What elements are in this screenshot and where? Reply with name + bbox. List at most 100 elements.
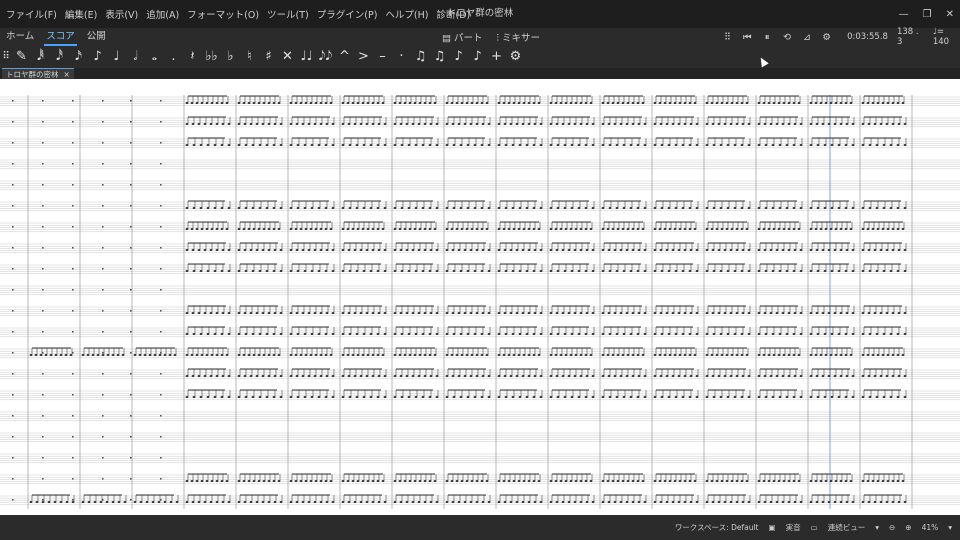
view-mode-label[interactable]: 連続ビュー xyxy=(828,522,866,533)
notehead xyxy=(225,102,229,104)
rest xyxy=(12,142,14,144)
metronome-icon[interactable]: ⊿ xyxy=(801,32,812,43)
notehead xyxy=(272,207,276,209)
notehead xyxy=(497,480,501,482)
note-input-icon[interactable]: ⚙ xyxy=(506,46,525,68)
concert-pitch-icon[interactable]: ▣ xyxy=(769,523,776,532)
note-input-icon[interactable]: ♪ xyxy=(88,46,107,68)
notehead xyxy=(463,312,467,314)
menu-item[interactable]: ツール(T) xyxy=(263,7,313,21)
zoom-in-icon[interactable]: ⊕ xyxy=(905,523,911,532)
concert-pitch-label[interactable]: 実音 xyxy=(786,522,801,533)
notehead xyxy=(512,480,516,482)
tab-score[interactable]: スコア xyxy=(40,28,81,46)
note-input-icon[interactable]: 𝅗𝅥 xyxy=(126,46,145,68)
mixer-button[interactable]: ⫶ ミキサー xyxy=(497,30,540,44)
note-input-icon[interactable]: 𝅘𝅥𝅮𝅘𝅥𝅮 xyxy=(316,46,335,68)
close-icon[interactable]: ✕ xyxy=(946,9,954,20)
notehead xyxy=(481,375,485,377)
notehead xyxy=(279,312,283,314)
playback-settings-icon[interactable]: ⚙ xyxy=(821,32,832,43)
notehead xyxy=(799,249,803,251)
notehead xyxy=(891,312,895,314)
score-tab-close-icon[interactable]: × xyxy=(64,70,70,79)
note-input-icon[interactable]: 𝅘𝅥𝅱 xyxy=(31,46,50,68)
notehead xyxy=(267,249,271,251)
note-input-icon[interactable]: 𝄽 xyxy=(183,46,202,68)
notehead xyxy=(688,396,692,398)
drag-handle-icon[interactable]: ⠿ xyxy=(722,32,733,43)
note-input-icon[interactable]: ♯ xyxy=(259,46,278,68)
workspace-label[interactable]: ワークスペース: Default xyxy=(675,522,759,533)
note-input-icon[interactable]: 𝅘𝅥𝅯 xyxy=(69,46,88,68)
note-input-icon[interactable]: ♪ xyxy=(468,46,487,68)
tab-home[interactable]: ホーム xyxy=(0,28,40,46)
chevron-down-icon[interactable]: ▾ xyxy=(948,523,952,532)
loop-icon[interactable]: ⟲ xyxy=(782,32,793,43)
notehead xyxy=(307,375,311,377)
note-input-icon[interactable]: + xyxy=(487,46,506,68)
notehead xyxy=(677,375,681,377)
zoom-out-icon[interactable]: ⊖ xyxy=(889,523,895,532)
minimize-icon[interactable]: — xyxy=(899,9,909,20)
notehead xyxy=(876,228,880,230)
note-input-icon[interactable]: · xyxy=(392,46,411,68)
notehead xyxy=(861,249,865,251)
score-notation[interactable] xyxy=(0,79,960,515)
notehead xyxy=(775,501,779,503)
play-icon[interactable]: ⏸ xyxy=(762,32,773,43)
notehead xyxy=(579,354,583,356)
note-input-icon[interactable]: . xyxy=(164,46,183,68)
menu-item[interactable]: ヘルプ(H) xyxy=(381,7,432,21)
note-input-icon[interactable]: – xyxy=(373,46,392,68)
tab-publish[interactable]: 公開 xyxy=(81,28,112,46)
menu-item[interactable]: 表示(V) xyxy=(101,7,142,21)
note-input-icon[interactable]: ♭♭ xyxy=(202,46,221,68)
note-input-icon[interactable]: ♪ xyxy=(449,46,468,68)
notehead xyxy=(844,480,848,482)
notehead xyxy=(569,102,573,104)
view-mode-icon[interactable]: ▭ xyxy=(811,523,818,532)
notehead xyxy=(277,354,281,356)
notehead xyxy=(199,396,203,398)
notehead xyxy=(658,480,662,482)
note-input-icon[interactable]: ♩ xyxy=(107,46,126,68)
zoom-level[interactable]: 41% xyxy=(922,523,939,532)
note-input-icon[interactable]: ♫ xyxy=(430,46,449,68)
menu-item[interactable]: ファイル(F) xyxy=(2,7,61,21)
maximize-icon[interactable]: ❐ xyxy=(923,9,932,20)
note-input-icon[interactable]: ♮ xyxy=(240,46,259,68)
menu-item[interactable]: 編集(E) xyxy=(61,7,101,21)
note-input-icon[interactable]: 𝅝 xyxy=(145,46,164,68)
notehead xyxy=(407,270,411,272)
toolbar-grip-icon[interactable]: ⠿ xyxy=(0,46,12,68)
notehead xyxy=(837,396,841,398)
notehead xyxy=(778,270,782,272)
note-input-icon[interactable]: ♭ xyxy=(221,46,240,68)
notehead xyxy=(383,312,387,314)
notehead xyxy=(549,207,553,209)
score-canvas[interactable] xyxy=(0,79,960,515)
note-input-icon[interactable]: 𝅘𝅥𝅰 xyxy=(50,46,69,68)
parts-button[interactable]: ▤ パート xyxy=(442,30,483,44)
rest xyxy=(160,205,162,207)
menu-item[interactable]: プラグイン(P) xyxy=(313,7,382,21)
menu-item[interactable]: フォーマット(O) xyxy=(183,7,263,21)
notehead xyxy=(383,375,387,377)
menu-item[interactable]: 診断(D) xyxy=(432,7,474,21)
note-input-icon[interactable]: ✕ xyxy=(278,46,297,68)
notehead xyxy=(764,144,768,146)
note-input-icon[interactable]: > xyxy=(354,46,373,68)
chevron-down-icon[interactable]: ▾ xyxy=(875,523,879,532)
notehead xyxy=(405,501,409,503)
menu-item[interactable]: 追加(A) xyxy=(142,7,183,21)
notehead xyxy=(237,333,241,335)
notehead xyxy=(383,207,387,209)
notehead xyxy=(730,354,734,356)
notehead xyxy=(237,501,241,503)
rewind-icon[interactable]: ⏮ xyxy=(742,32,753,43)
note-input-icon[interactable]: ♩♩ xyxy=(297,46,316,68)
note-input-icon[interactable]: ✎ xyxy=(12,46,31,68)
note-input-icon[interactable]: ♫ xyxy=(411,46,430,68)
note-input-icon[interactable]: ^ xyxy=(335,46,354,68)
